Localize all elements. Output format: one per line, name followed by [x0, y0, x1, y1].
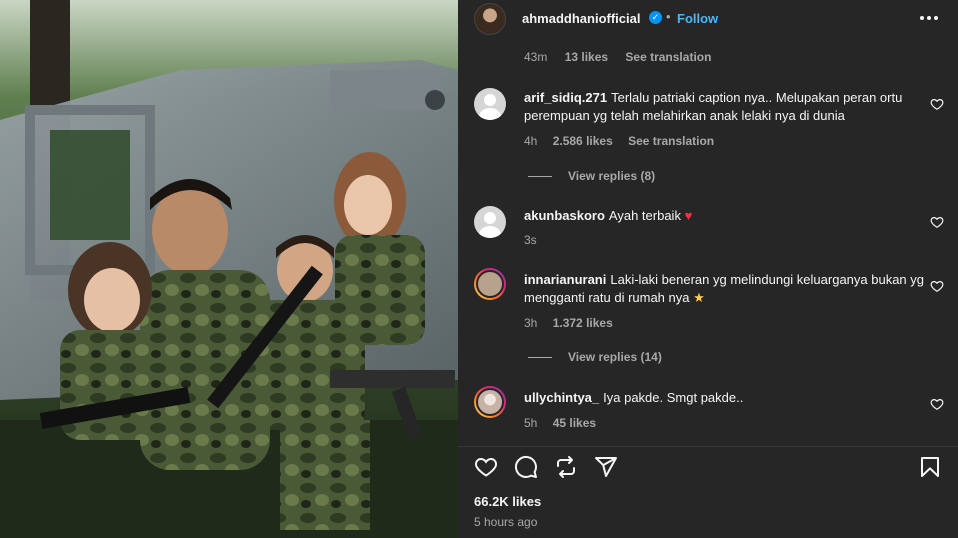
star-eyes-emoji-icon: ★ — [693, 290, 705, 305]
comment-body: arif_sidiq.271 Terlalu patriaki caption n… — [524, 89, 924, 125]
comment-text: Iya pakde. Smgt pakde.. — [603, 390, 744, 405]
verified-badge-icon: ✓ — [649, 11, 662, 24]
comment-age: 3s — [524, 233, 537, 247]
commenter-story-avatar[interactable] — [474, 268, 506, 300]
comment-age: 4h — [524, 134, 538, 148]
author-avatar[interactable] — [474, 3, 506, 35]
view-replies-label: View replies (14) — [568, 350, 662, 364]
comment-like-heart-icon[interactable] — [930, 97, 944, 111]
caption-see-translation-link[interactable]: See translation — [625, 50, 711, 64]
commenter-username[interactable]: ullychintya_ — [524, 390, 599, 405]
view-replies-button[interactable]: View replies (8) — [528, 169, 655, 183]
commenter-avatar[interactable] — [474, 206, 506, 238]
commenter-username[interactable]: innarianurani — [524, 272, 606, 287]
share-icon[interactable] — [594, 455, 618, 479]
comment-text: Ayah terbaik — [608, 208, 681, 223]
post-timestamp[interactable]: 5 hours ago — [474, 515, 537, 529]
comment-likes[interactable]: 45 likes — [553, 416, 596, 430]
view-replies-label: View replies (8) — [568, 169, 656, 183]
caption-meta: 43m 13 likes See translation — [524, 50, 711, 64]
comment-meta: 4h 2.586 likes See translation — [524, 134, 726, 148]
post-like-count[interactable]: 66.2K likes — [474, 494, 541, 509]
comment-like-heart-icon[interactable] — [930, 215, 944, 229]
repost-icon[interactable] — [554, 455, 578, 479]
commenter-story-avatar[interactable] — [474, 386, 506, 418]
author-username[interactable]: ahmaddhaniofficial — [522, 11, 640, 26]
bookmark-icon[interactable] — [918, 455, 942, 479]
header-separator: • — [666, 9, 671, 24]
post-photo[interactable] — [0, 0, 458, 538]
commenter-username[interactable]: arif_sidiq.271 — [524, 90, 607, 105]
avatar-photo — [476, 388, 504, 416]
comment-like-heart-icon[interactable] — [930, 279, 944, 293]
comment-body: innarianurani Laki-laki beneran yg melind… — [524, 271, 924, 307]
heart-emoji-icon: ♥ — [684, 208, 693, 223]
post-action-bar — [458, 446, 958, 486]
more-icon[interactable] — [919, 10, 939, 26]
follow-button[interactable]: Follow — [677, 11, 718, 26]
comment-age: 5h — [524, 416, 538, 430]
comment-likes[interactable]: 1.372 likes — [553, 316, 613, 330]
family-photo-illustration — [0, 0, 458, 538]
comment-body: ullychintya_ Iya pakde. Smgt pakde.. — [524, 389, 924, 407]
replies-divider — [528, 357, 552, 359]
comment-icon[interactable] — [514, 455, 538, 479]
comment-see-translation-link[interactable]: See translation — [628, 134, 714, 148]
comment-age: 3h — [524, 316, 538, 330]
comment-meta: 3s — [524, 233, 549, 247]
view-replies-button[interactable]: View replies (14) — [528, 350, 662, 364]
caption-likes[interactable]: 13 likes — [565, 50, 608, 64]
post-details-panel: ahmaddhaniofficial ✓ • Follow 43m 13 lik… — [458, 0, 958, 538]
heart-icon[interactable] — [474, 455, 498, 479]
replies-divider — [528, 176, 552, 178]
avatar-photo — [476, 270, 504, 298]
comment-meta: 5h 45 likes — [524, 416, 608, 430]
comment-body: akunbaskoro Ayah terbaik ♥ — [524, 207, 924, 225]
comment-meta: 3h 1.372 likes — [524, 316, 625, 330]
comment-likes[interactable]: 2.586 likes — [553, 134, 613, 148]
caption-age: 43m — [524, 50, 548, 64]
commenter-avatar[interactable] — [474, 88, 506, 120]
comment-like-heart-icon[interactable] — [930, 397, 944, 411]
commenter-username[interactable]: akunbaskoro — [524, 208, 605, 223]
post-header: ahmaddhaniofficial ✓ • Follow — [458, 0, 958, 36]
